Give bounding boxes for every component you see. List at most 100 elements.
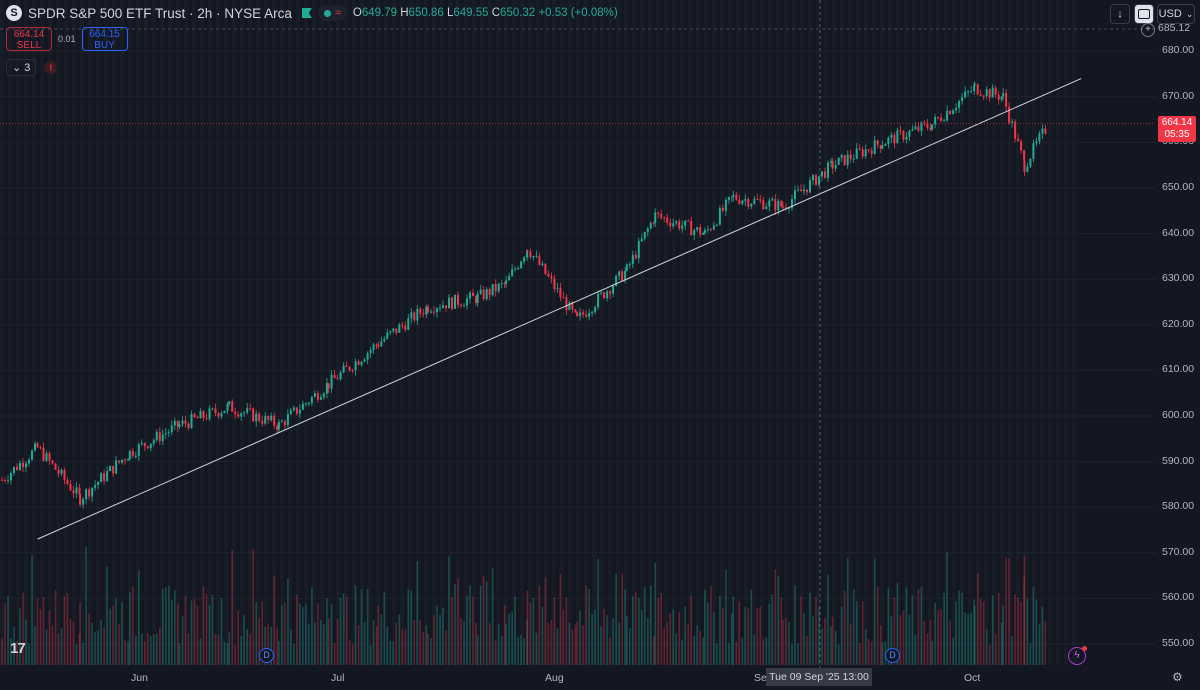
session-stripe (720, 0, 724, 665)
volume-bar (827, 574, 829, 665)
dividend-marker[interactable]: D (259, 648, 274, 663)
candle-body (342, 365, 345, 373)
candle-body (190, 414, 193, 428)
candle-body (917, 126, 920, 131)
session-stripe (640, 0, 644, 665)
candle-body (372, 344, 375, 350)
volume-bar (821, 628, 823, 665)
tradingview-logo[interactable]: 17 (10, 640, 26, 657)
volume-bar (579, 610, 581, 665)
volume-bar (840, 607, 843, 665)
session-stripe (912, 0, 916, 665)
candle-body (91, 487, 94, 497)
currency-select[interactable]: USD ⌄ (1157, 4, 1195, 24)
volume-bar (118, 624, 120, 665)
volume-bar (57, 633, 60, 665)
add-alert-icon[interactable]: + (1141, 23, 1155, 37)
volume-bar (728, 642, 730, 665)
candle-body (214, 408, 217, 414)
candle-body (991, 87, 994, 98)
candle-body (1029, 158, 1032, 167)
buy-button[interactable]: 664.15 BUY (81, 27, 128, 51)
candle-body (884, 144, 887, 146)
sell-button[interactable]: 664.14 SELL (6, 27, 52, 51)
candle-body (430, 311, 432, 313)
open-label: O (352, 7, 362, 19)
volume-bar (562, 610, 565, 665)
volume-bar (803, 612, 805, 665)
session-stripe (368, 0, 372, 665)
candle-body (973, 84, 976, 86)
volume-bar (354, 585, 357, 665)
volume-bar (51, 625, 54, 665)
candle-body (345, 365, 348, 367)
session-stripe (152, 0, 156, 665)
gear-icon[interactable]: ⚙ (1172, 670, 1183, 684)
volume-bar (899, 615, 902, 665)
session-stripe (312, 0, 316, 665)
currency-value: USD (1158, 8, 1182, 20)
candle-body (149, 443, 152, 449)
dividend-marker[interactable]: D (885, 648, 900, 663)
volume-bar (168, 585, 170, 665)
candle-body (255, 413, 258, 422)
flag-icon[interactable] (301, 8, 312, 18)
volume-bar (852, 589, 855, 665)
scroll-down-button[interactable]: ↓ (1110, 4, 1130, 24)
price-tick-label: 650.00 (1162, 181, 1195, 193)
indicators-toggle[interactable]: ⌄ 3 (6, 59, 37, 76)
volume-bar (624, 589, 626, 665)
volume-bar (961, 592, 963, 665)
candle-body (887, 137, 890, 145)
candle-body (782, 206, 784, 208)
market-status[interactable]: ≈ (317, 5, 347, 21)
volume-bar (214, 634, 217, 665)
candle-body (234, 411, 237, 415)
volume-bar (234, 644, 236, 665)
session-stripe (328, 0, 332, 665)
volume-bar (463, 621, 465, 665)
candle-body (712, 225, 715, 230)
candle-body (363, 359, 366, 362)
session-stripe (64, 0, 68, 665)
candle-body (220, 413, 223, 417)
volume-bar (618, 622, 620, 665)
volume-bar (1029, 642, 1032, 665)
volume-bar (135, 635, 137, 665)
volume-bar (684, 606, 686, 665)
candle-body (837, 157, 840, 165)
session-stripe (472, 0, 476, 665)
session-stripe (360, 0, 364, 665)
volume-bar (106, 566, 108, 665)
volume-bar (523, 638, 525, 665)
session-stripe (464, 0, 468, 665)
candle-body (286, 414, 289, 426)
candle-body (893, 134, 896, 144)
candle-body (109, 466, 112, 472)
candle-body (943, 120, 946, 122)
candle-body (890, 134, 893, 138)
volume-bar (788, 621, 790, 665)
candle-body (753, 198, 756, 204)
bar-countdown: 05:35 (1164, 129, 1190, 140)
price-chart[interactable] (0, 0, 1200, 690)
spread-value: 0.01 (58, 34, 76, 44)
candle-body (643, 231, 646, 239)
session-stripe (56, 0, 60, 665)
candle-body (106, 471, 109, 481)
screenshot-button[interactable] (1134, 4, 1154, 24)
volume-bar (710, 585, 712, 665)
session-stripe (784, 0, 788, 665)
volume-bar (75, 644, 78, 665)
symbol-logo[interactable]: S (6, 5, 22, 21)
symbol-title[interactable]: SPDR S&P 500 ETF Trust · 2h · NYSE Arca (28, 6, 292, 21)
sell-price: 664.14 (13, 29, 45, 40)
volume-bar (722, 608, 724, 665)
lightning-icon[interactable]: ϟ (1068, 646, 1087, 665)
session-stripe (400, 0, 404, 665)
warning-icon[interactable]: ! (44, 61, 58, 74)
candle-body (1044, 128, 1047, 134)
candle-body (1026, 166, 1029, 172)
candle-body (827, 162, 829, 178)
session-stripe (1072, 0, 1076, 665)
